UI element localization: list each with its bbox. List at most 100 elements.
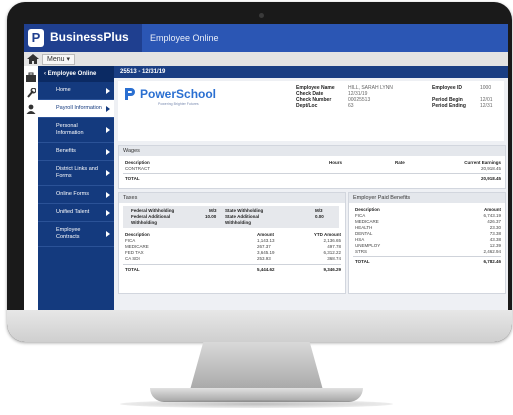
benefit-row-description: HEALTH <box>355 225 373 230</box>
tax-row-ytd: 2,136.65 <box>323 238 341 243</box>
wages-title: Wages <box>119 146 505 156</box>
benefit-row-description: FICA <box>355 213 366 218</box>
divider <box>123 173 501 174</box>
sidebar-item-employee-contracts[interactable]: Employee Contracts <box>38 222 114 247</box>
sidebar-item-label: Online Forms <box>56 191 90 197</box>
divider <box>353 256 501 257</box>
check-header: 25513 - 12/31/19 <box>114 66 508 78</box>
monitor-stand-neck <box>190 342 323 390</box>
benefit-row-amount: 426.37 <box>487 219 501 224</box>
sidebar-item-label: Payroll Information <box>56 105 102 111</box>
sidebar-item-label: District Links and Forms <box>56 166 98 179</box>
dept-loc-field: Dept/Loc 63 <box>296 103 354 109</box>
benefit-row-description: UNEMPLOY <box>355 243 381 248</box>
powerschool-logo-icon <box>125 88 135 100</box>
wages-col-rate: Rate <box>395 160 405 165</box>
wages-panel: Wages Description Hours Rate Current Ear… <box>118 145 506 189</box>
taxes-col-amount: Amount <box>257 232 274 237</box>
benefit-row-description: STRS <box>355 249 368 254</box>
benefits-total-value: 6,782.46 <box>483 259 501 264</box>
taxes-total-ytd: 9,346.29 <box>323 267 341 272</box>
tax-info-value: 0.00 <box>315 214 324 219</box>
wages-col-current: Current Earnings <box>464 160 501 165</box>
tax-info-value: M/3 <box>209 208 217 213</box>
taxes-title: Taxes <box>119 193 345 203</box>
monitor-chin <box>7 310 512 342</box>
sidebar-item-label: Home <box>56 87 71 93</box>
sidebar-item-label: Employee Contracts <box>56 227 81 240</box>
taxes-total-label: TOTAL <box>125 267 140 272</box>
chevron-right-icon <box>106 148 110 155</box>
tax-row-ytd: 6,312.22 <box>323 250 341 255</box>
benefit-row-description: MEDICARE <box>355 219 379 224</box>
tax-row-ytd: 497.78 <box>327 244 341 249</box>
menu-button[interactable]: Menu ▾ <box>42 54 75 65</box>
sidebar-item-benefits[interactable]: Benefits <box>38 143 114 161</box>
app-title: Employee Online <box>142 24 508 52</box>
tax-row-amount: 1,143.13 <box>257 238 275 243</box>
sidebar-item-online-forms[interactable]: Online Forms <box>38 186 114 204</box>
tax-row-amount: 253.93 <box>257 256 271 261</box>
stand-shadow <box>120 400 393 408</box>
divider <box>123 264 341 265</box>
chevron-right-icon <box>106 87 110 94</box>
home-icon[interactable] <box>27 54 39 64</box>
employee-id-field: Employee ID 1000 <box>432 85 492 91</box>
taxes-col-description: Description <box>125 232 150 237</box>
chevron-right-icon <box>106 105 110 112</box>
sidebar-item-unified-talent[interactable]: Unified Talent <box>38 204 114 222</box>
chevron-right-icon <box>106 231 110 237</box>
tax-info-value: 10.00 <box>205 214 217 219</box>
taxes-total-amount: 5,444.62 <box>257 267 275 272</box>
app-header: P BusinessPlus Employee Online <box>24 24 508 52</box>
benefit-row-amount: 23.30 <box>489 225 501 230</box>
sidebar-item-district-links[interactable]: District Links and Forms <box>38 161 114 186</box>
taxes-panel: Taxes Federal Withholding M/3 State With… <box>118 192 346 294</box>
tax-row-ytd: 368.74 <box>327 256 341 261</box>
businessplus-logo-icon: P <box>28 29 44 47</box>
sidebar-item-label: Benefits <box>56 148 76 154</box>
tax-row-description: FICA <box>125 238 136 243</box>
tax-row-description: FED TAX <box>125 250 144 255</box>
chevron-right-icon <box>106 127 110 133</box>
sidebar-nav: ‹ Employee Online Home Payroll Informati… <box>38 66 114 322</box>
tax-row-description: MEDICARE <box>125 244 149 249</box>
org-tagline: Powering Brighter Futures <box>158 102 199 106</box>
benefit-row-amount: 43.38 <box>489 237 501 242</box>
monitor: P BusinessPlus Employee Online Menu ▾ ‹ … <box>7 2 512 342</box>
sidebar-item-personal-information[interactable]: Personal Information <box>38 118 114 143</box>
screen: P BusinessPlus Employee Online Menu ▾ ‹ … <box>24 24 508 322</box>
tax-row-amount: 3,645.19 <box>257 250 275 255</box>
benefits-title: Employer Paid Benefits <box>349 193 505 203</box>
person-icon[interactable] <box>26 104 36 114</box>
wrench-icon[interactable] <box>26 88 36 98</box>
sidebar-item-payroll-information[interactable]: Payroll Information <box>38 100 114 118</box>
benefit-row-description: HSA <box>355 237 365 242</box>
tax-info-value: M/3 <box>315 208 323 213</box>
benefit-row-amount: 12.39 <box>489 243 501 248</box>
benefits-panel: Employer Paid Benefits Description Amoun… <box>348 192 506 294</box>
briefcase-icon[interactable] <box>26 72 36 82</box>
sidebar-item-label: Personal Information <box>56 123 84 136</box>
check-info-card: PowerSchool Powering Brighter Futures Em… <box>118 81 504 141</box>
tools-rail <box>24 66 38 322</box>
benefits-col-description: Description <box>355 207 380 212</box>
wages-total-label: TOTAL <box>125 176 140 181</box>
sidebar-item-home[interactable]: Home <box>38 82 114 100</box>
wages-col-description: Description <box>125 160 150 165</box>
wages-total-value: 20,918.45 <box>480 176 501 181</box>
benefits-col-amount: Amount <box>484 207 501 212</box>
wages-col-hours: Hours <box>329 160 343 165</box>
menu-bar: Menu ▾ <box>24 52 508 67</box>
tax-info-label: Federal Withholding <box>131 208 175 213</box>
sidebar-item-label: Unified Talent <box>56 209 90 215</box>
sidebar-header[interactable]: ‹ Employee Online <box>38 66 114 82</box>
benefit-row-description: DENTAL <box>355 231 373 236</box>
chevron-right-icon <box>106 209 110 216</box>
tax-info-label: Withholding <box>131 220 157 225</box>
org-name: PowerSchool <box>140 87 217 101</box>
tax-info-label: Withholding <box>225 220 251 225</box>
benefit-row-amount: 6,743.19 <box>483 213 501 218</box>
tax-info-label: State Withholding <box>225 208 264 213</box>
benefit-row-amount: 73.38 <box>489 231 501 236</box>
